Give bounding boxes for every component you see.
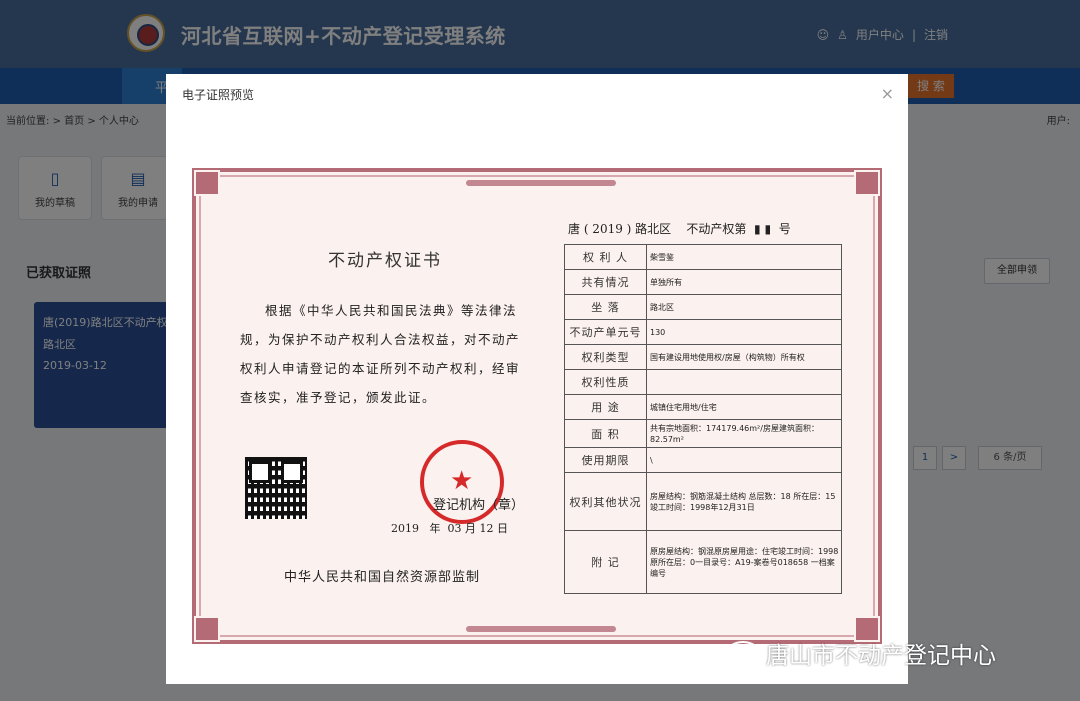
border-ornament [466,626,616,632]
certificate-image: 不动产权证书 根据《中华人民共和国民法典》等法律法规，为保护不动产权利人合法权益… [192,168,882,644]
border-ornament [466,180,616,186]
certificate-number: 唐 ( 2019 ) 路北区 不动产权第 ▮ ▮ 号 [568,222,791,236]
modal-title: 电子证照预览 [182,88,255,102]
registration-authority: 登记机构（章） [433,498,525,513]
table-row: 权 利 人柴雪鉴 [565,245,841,270]
table-row: 共有情况 单独所有 [565,270,841,295]
table-row: 权利其他状况 房屋结构：钢筋混凝土结构 总层数：18 所在层：15 竣工时间：19… [565,473,841,531]
wechat-icon [726,641,760,665]
issue-date: 2019 年 03 月 12 日 [391,522,508,535]
preview-modal: 电子证照预览 × 不动产权证书 根据《中华人民共和国民法典》等法律法规，为保护不… [166,74,908,684]
supervisor-text: 中华人民共和国自然资源部监制 [284,570,481,585]
table-row: 坐 落路北区 [565,295,841,320]
table-row: 权利类型 国有建设用地使用权/房屋（构筑物）所有权 [565,345,841,370]
corner-ornament [194,616,220,642]
watermark-text: 唐山市不动产登记中心 [766,643,996,669]
certificate-paragraph: 根据《中华人民共和国民法典》等法律法规，为保护不动产权利人合法权益，对不动产权利… [240,303,521,405]
table-row: 用 途城镇住宅用地/住宅 [565,395,841,420]
corner-ornament [854,170,880,196]
table-row: 使用期限 \ [565,448,841,473]
certificate-heading: 不动产权证书 [328,251,442,271]
corner-ornament [194,170,220,196]
table-row: 权利性质 [565,370,841,395]
qr-code [245,457,307,519]
watermark: 唐山市不动产登记中心 [726,636,996,670]
table-row: 不动产单元号 130 [565,320,841,345]
certificate-table: 权 利 人柴雪鉴 共有情况 单独所有 坐 落路北区 不动产单元号 130 权利类型国… [564,244,842,594]
close-icon[interactable]: × [881,84,894,103]
table-row: 附 记原房屋结构：钢混原房屋用途：住宅竣工时间：1998原所在层：0一目录号：A… [565,531,841,593]
table-row: 面 积共有宗地面积：174179.46m²/房屋建筑面积：82.57m² [565,420,841,448]
